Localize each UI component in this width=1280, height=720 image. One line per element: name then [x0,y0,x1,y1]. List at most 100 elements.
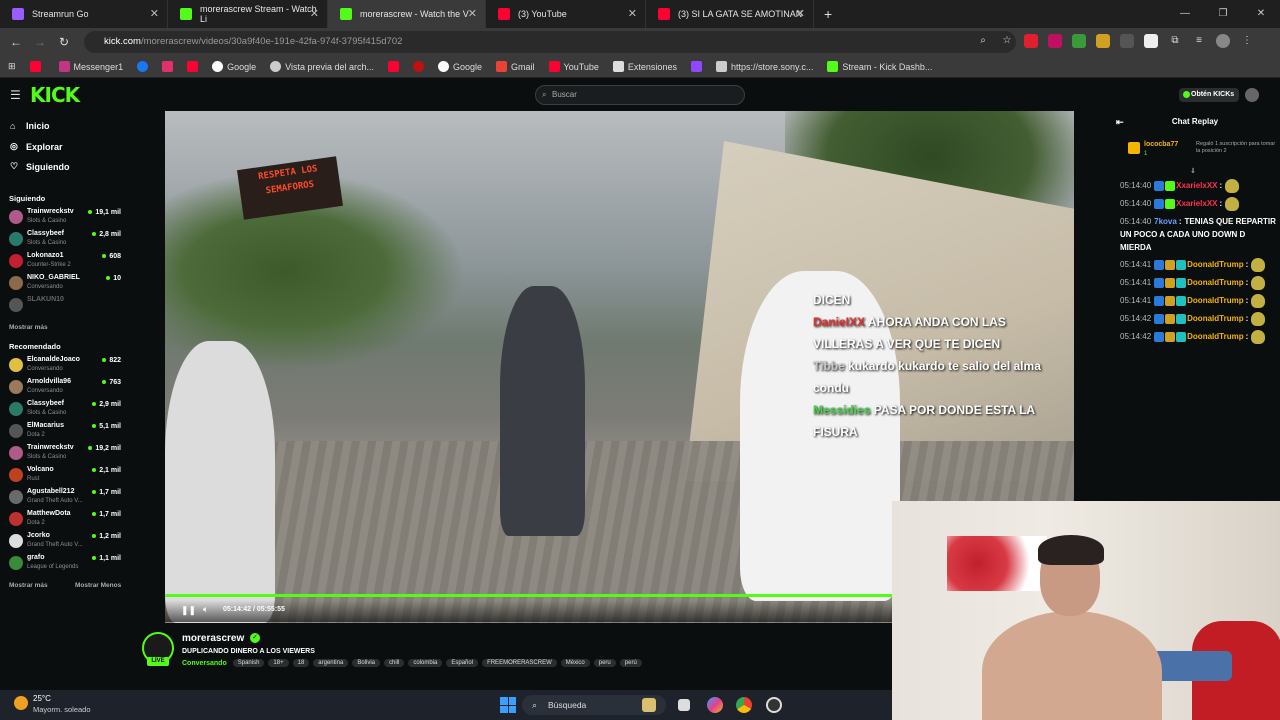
menu-dots-icon[interactable]: ⋮ [1240,34,1254,48]
weather-widget[interactable]: 25°C Mayorm. soleado [0,690,200,720]
minimize-icon[interactable]: — [1166,0,1204,28]
back-icon[interactable]: ← [4,35,28,49]
chat-username[interactable]: DoonaldTrump [1187,332,1243,341]
get-kicks-button[interactable]: Obtén KICKs [1179,88,1239,102]
browser-tab[interactable]: morerascrew Stream - Watch Li ✕ [168,0,328,28]
channel-row[interactable]: SLAKUN10 [9,295,121,317]
bookmark[interactable] [137,61,149,72]
stream-tag[interactable]: colombia [408,659,443,667]
channel-row[interactable]: ElcanaldeJoaco Conversando 822 [9,355,121,377]
bookmark[interactable]: Google [438,61,482,72]
stream-tag[interactable]: México [560,659,590,667]
bookmark[interactable] [690,61,702,72]
bookmark[interactable]: Vista previa del arch... [270,61,374,72]
bookmark[interactable]: Extensiones [612,61,677,72]
extension-icon[interactable] [1120,34,1134,48]
channel-row[interactable]: grafo League of Legends 1,1 mil [9,553,121,575]
new-tab-icon[interactable]: + [824,6,832,22]
stream-tag[interactable]: peru [593,659,616,667]
stream-tag[interactable]: 18 [292,659,310,667]
close-tab-icon[interactable]: ✕ [468,7,477,20]
channel-row[interactable]: NIKO_GABRIEL Conversando 10 [9,273,121,295]
emoji-app-icon[interactable] [642,698,656,712]
user-avatar[interactable] [1245,88,1259,102]
app-icon[interactable] [766,697,782,713]
browser-tab[interactable]: Streamrun Go ✕ [0,0,168,28]
bookmark[interactable] [388,61,399,72]
nav-home[interactable]: ⌂ Inicio [10,121,50,131]
nav-following[interactable]: ♡ Siguiendo [10,161,70,172]
channel-name[interactable]: morerascrew [182,633,244,644]
menu-icon[interactable]: ☰ [10,88,21,102]
task-view-icon[interactable] [678,699,690,711]
channel-row[interactable]: Trainwreckstv Slots & Casino 19,1 mil [9,207,121,229]
forward-icon[interactable]: → [28,35,52,49]
channel-row[interactable]: Lokonazo1 Counter-Strike 2 608 [9,251,121,273]
stream-tag[interactable]: chill [384,659,405,667]
stream-tag[interactable]: Español [446,659,479,667]
browser-tab[interactable]: (3) SI LA GATA SE AMOTINAN ✕ [646,0,814,28]
copilot-icon[interactable] [707,697,723,713]
channel-row[interactable]: Classybeef Slots & Casino 2,9 mil [9,399,121,421]
bookmark[interactable] [162,61,174,72]
chat-username[interactable]: DoonaldTrump [1187,296,1243,305]
extension-icon[interactable] [1096,34,1110,48]
channel-row[interactable]: Classybeef Slots & Casino 2,8 mil [9,229,121,251]
kick-logo[interactable]: KICK [30,83,80,107]
apps-grid-icon[interactable]: ⊞ [8,61,16,72]
stream-tag[interactable]: Spanish [232,659,265,667]
close-tab-icon[interactable]: ✕ [628,7,637,20]
browser-tab[interactable]: (3) YouTube ✕ [486,0,646,28]
stream-tag[interactable]: perú [619,659,642,667]
bookmark-star-icon[interactable]: ☆ [1000,34,1014,48]
show-less-recommended[interactable]: Mostrar Menos [75,582,121,589]
extension-icon[interactable] [1048,34,1062,48]
chat-username[interactable]: 7kova [1154,217,1177,226]
close-tab-icon[interactable]: ✕ [150,7,159,20]
show-more-following[interactable]: Mostrar más [9,324,48,331]
close-window-icon[interactable]: ✕ [1242,0,1280,28]
bookmark[interactable]: Stream - Kick Dashb... [827,61,932,72]
category-link[interactable]: Conversando [182,660,227,667]
pinned-gifter[interactable]: lococba77 1 Regaló 1 suscripción para to… [1128,138,1278,168]
channel-row[interactable]: Arnoldvilla96 Conversando 763 [9,377,121,399]
collapse-chat-icon[interactable]: ⇤ [1116,111,1124,133]
channel-row[interactable]: Jcorko Grand Theft Auto V... 1,2 mil [9,531,121,553]
url-field[interactable]: kick.com/morerascrew/videos/30a9f40e-191… [84,31,1016,53]
pause-icon[interactable]: ❚❚ [181,605,196,616]
bookmark[interactable]: YouTube [548,61,599,72]
chat-username[interactable]: DoonaldTrump [1187,278,1243,287]
chat-username[interactable]: XxarielxXX [1176,181,1217,190]
channel-row[interactable]: Volcano Rust 2,1 mil [9,465,121,487]
nav-explore[interactable]: ◎ Explorar [10,141,63,152]
channel-row[interactable]: Trainwreckstv Slots & Casino 19,2 mil [9,443,121,465]
media-icon[interactable]: ≡ [1192,34,1206,48]
chevron-down-icon[interactable]: ⇓ [1190,167,1196,175]
stream-tag[interactable]: Bolivia [352,659,381,667]
bookmark[interactable]: Google [212,61,256,72]
bookmark[interactable]: Messenger1 [58,61,123,72]
search-input[interactable]: ⌕ Buscar [535,85,745,105]
bookmark[interactable] [29,61,45,72]
volume-icon[interactable]: 🔈︎ [203,604,208,615]
close-tab-icon[interactable]: ✕ [796,7,805,20]
channel-row[interactable]: Agustabell212 Grand Theft Auto V... 1,7 mi… [9,487,121,509]
extension-icon[interactable] [1144,34,1158,48]
bookmark[interactable] [413,61,424,72]
bookmark[interactable]: https://store.sony.c... [715,61,813,72]
extensions-puzzle-icon[interactable]: ⧉ [1168,34,1182,48]
channel-row[interactable]: ElMacarius Dota 2 5,1 mil [9,421,121,443]
stream-tag[interactable]: argentina [313,659,349,667]
zoom-icon[interactable]: ⌕ [976,34,990,48]
restore-icon[interactable]: ❐ [1204,0,1242,28]
stream-tag[interactable]: 18+ [268,659,289,667]
extension-icon[interactable] [1024,34,1038,48]
browser-tab-active[interactable]: morerascrew - Watch the V ✕ [328,0,486,28]
chat-username[interactable]: DoonaldTrump [1187,314,1243,323]
bookmark[interactable]: Gmail [496,61,535,72]
bookmark[interactable] [187,61,199,72]
chat-username[interactable]: XxarielxXX [1176,199,1217,208]
windows-start-icon[interactable] [500,697,516,713]
reload-icon[interactable]: ↻ [52,35,76,49]
chat-username[interactable]: DoonaldTrump [1187,260,1243,269]
